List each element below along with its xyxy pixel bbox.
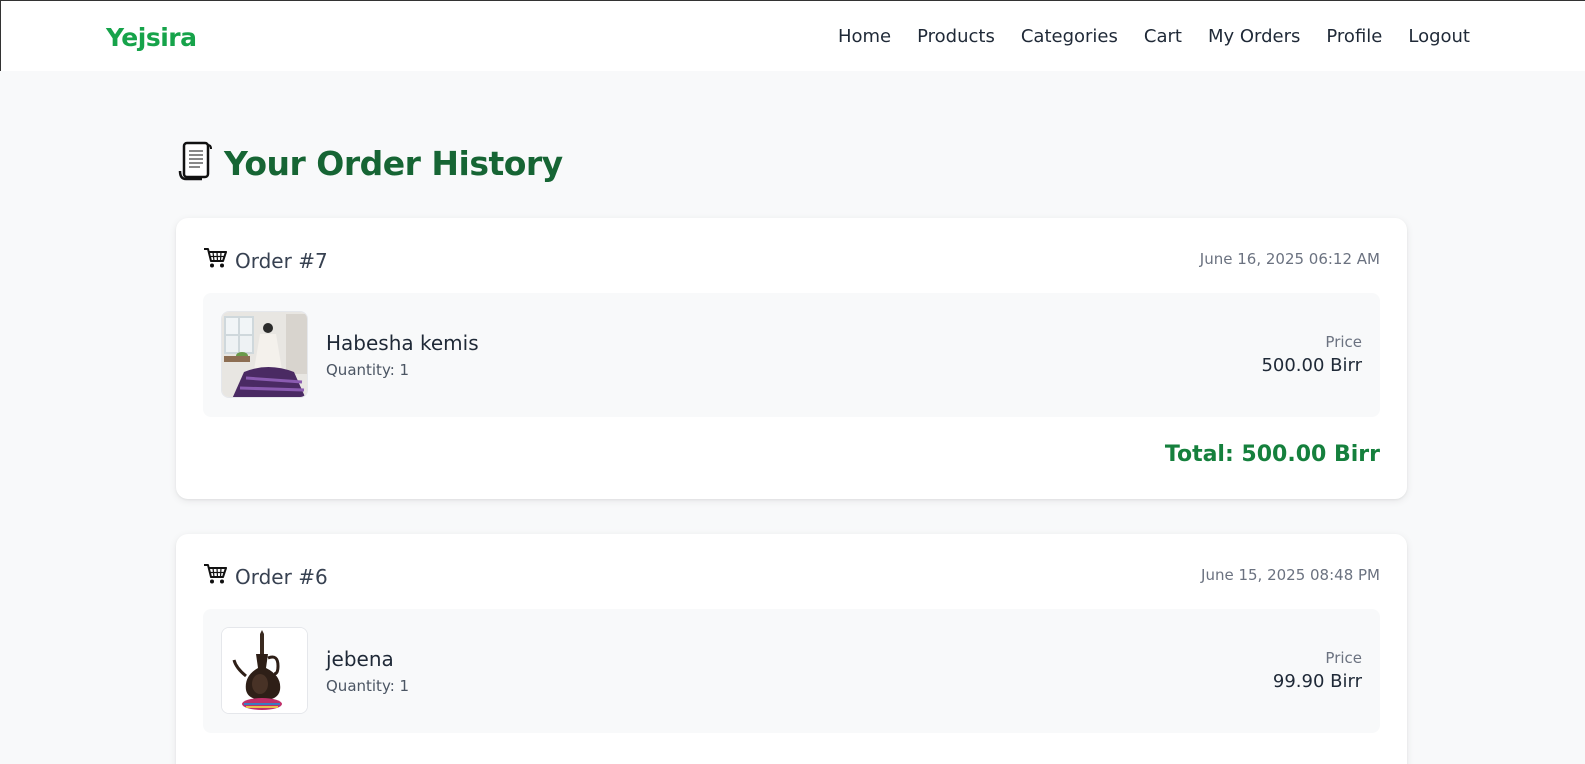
- nav-categories[interactable]: Categories: [1021, 26, 1118, 47]
- order-title: Order #6: [203, 563, 328, 590]
- order-item: jebena Quantity: 1 Price 99.90 Birr: [203, 609, 1380, 733]
- order-header: Order #7 June 16, 2025 06:12 AM: [203, 247, 1380, 273]
- item-name[interactable]: jebena: [326, 647, 394, 671]
- page-title: Your Order History: [178, 141, 563, 185]
- navbar: Yejsira Home Products Categories Cart My…: [0, 0, 1585, 71]
- brand-logo[interactable]: Yejsira: [106, 23, 197, 52]
- order-date: June 16, 2025 06:12 AM: [1199, 250, 1380, 268]
- order-card: Order #7 June 16, 2025 06:12 AM Habesha: [176, 218, 1407, 499]
- scroll-icon: [178, 141, 212, 185]
- price-label: Price: [1325, 649, 1362, 667]
- product-image-jebena[interactable]: [221, 627, 308, 714]
- price-label: Price: [1325, 333, 1362, 351]
- product-image-habesha-kemis[interactable]: [221, 311, 308, 398]
- nav-home[interactable]: Home: [838, 26, 891, 47]
- order-header: Order #6 June 15, 2025 08:48 PM: [203, 563, 1380, 589]
- item-price: 500.00 Birr: [1261, 355, 1362, 376]
- main-nav: Home Products Categories Cart My Orders …: [838, 26, 1470, 47]
- order-date: June 15, 2025 08:48 PM: [1201, 566, 1380, 584]
- order-title: Order #7: [203, 247, 328, 274]
- item-quantity: Quantity: 1: [326, 677, 410, 695]
- item-quantity: Quantity: 1: [326, 361, 410, 379]
- nav-cart[interactable]: Cart: [1144, 26, 1182, 47]
- nav-logout[interactable]: Logout: [1408, 26, 1470, 47]
- page-heading: Your Order History: [224, 143, 563, 183]
- nav-my-orders[interactable]: My Orders: [1208, 26, 1300, 47]
- order-number: Order #7: [235, 248, 328, 273]
- nav-profile[interactable]: Profile: [1326, 26, 1382, 47]
- order-item: Habesha kemis Quantity: 1 Price 500.00 B…: [203, 293, 1380, 417]
- nav-products[interactable]: Products: [917, 26, 995, 47]
- item-price: 99.90 Birr: [1272, 671, 1362, 692]
- order-card: Order #6 June 15, 2025 08:48 PM jebena Q…: [176, 534, 1407, 764]
- order-number: Order #6: [235, 564, 328, 589]
- order-total: Total: 500.00 Birr: [1164, 442, 1380, 467]
- item-name[interactable]: Habesha kemis: [326, 331, 479, 355]
- cart-icon: [203, 247, 227, 274]
- cart-icon: [203, 563, 227, 590]
